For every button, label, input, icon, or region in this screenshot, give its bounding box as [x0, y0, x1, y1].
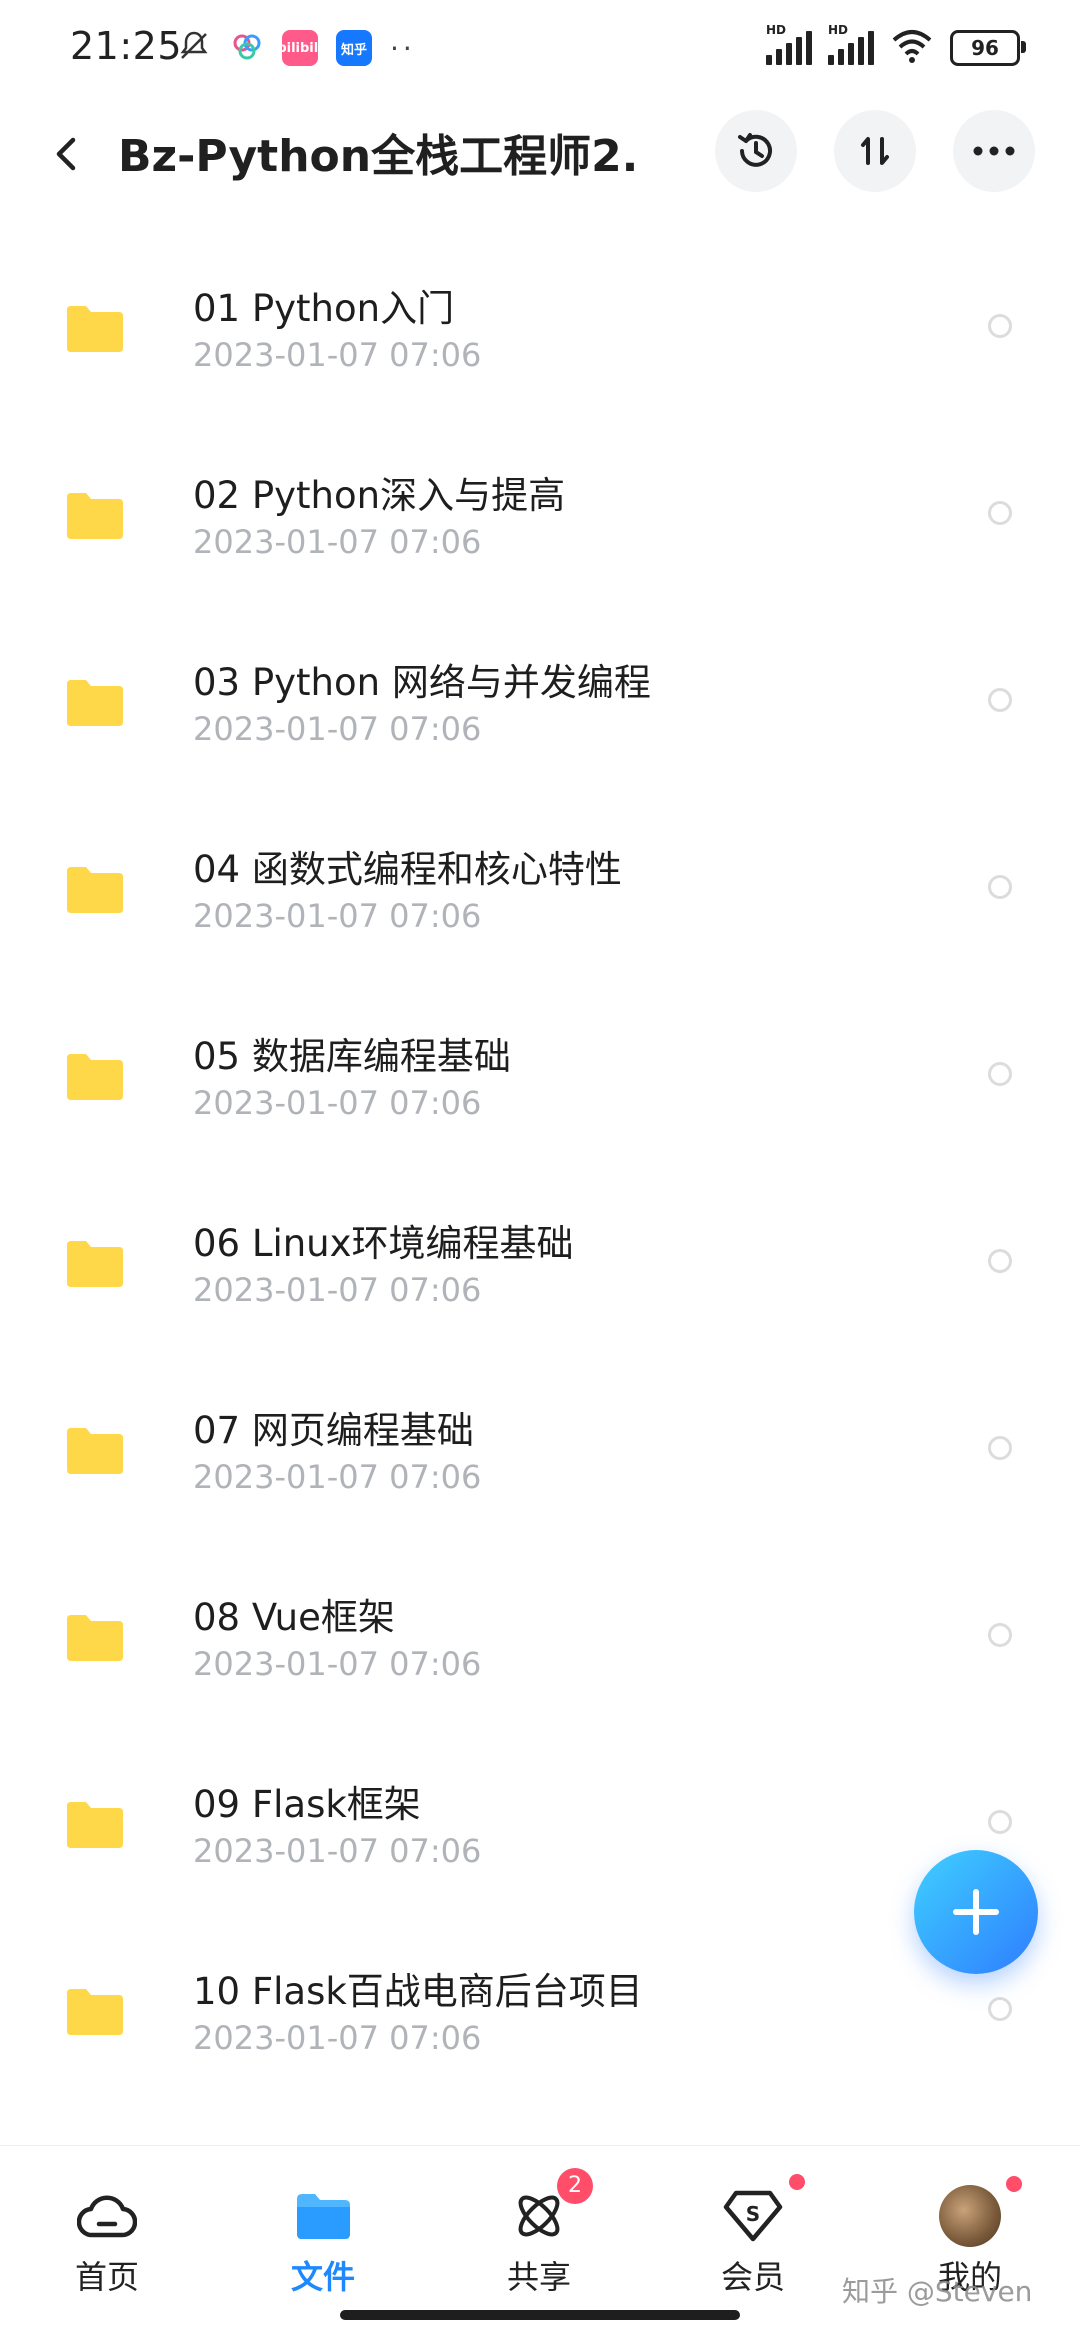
more-button[interactable]	[953, 110, 1035, 192]
cloud-app-icon	[230, 29, 264, 67]
folder-date: 2023-01-07 07:06	[193, 2019, 482, 2057]
select-checkbox[interactable]	[988, 1810, 1012, 1834]
folder-name: 06 Linux环境编程基础	[193, 1222, 574, 1265]
mine-red-dot	[1006, 2176, 1022, 2192]
sort-button[interactable]	[834, 110, 916, 192]
select-checkbox[interactable]	[988, 1623, 1012, 1647]
folder-name: 04 函数式编程和核心特性	[193, 848, 622, 891]
more-notifications-dots: ··	[390, 31, 416, 65]
folder-name: 10 Flask百战电商后台项目	[193, 1970, 643, 2013]
battery-icon: 96	[950, 30, 1026, 66]
folder-row[interactable]: 03 Python 网络与并发编程 2023-01-07 07:06	[0, 604, 1080, 791]
back-button[interactable]	[38, 126, 94, 182]
folder-name: 09 Flask框架	[193, 1783, 421, 1826]
select-checkbox[interactable]	[988, 1997, 1012, 2021]
nav-vip-label: 会员	[720, 2258, 785, 2296]
plus-icon	[953, 1889, 999, 1935]
select-checkbox[interactable]	[988, 688, 1012, 712]
folder-name: 05 数据库编程基础	[193, 1035, 511, 1078]
folder-name: 02 Python深入与提高	[193, 474, 566, 517]
folder-icon	[67, 493, 123, 539]
folder-date: 2023-01-07 07:06	[193, 1458, 482, 1496]
folder-date: 2023-01-07 07:06	[193, 1645, 482, 1683]
folder-date: 2023-01-07 07:06	[193, 336, 482, 374]
nav-home[interactable]: 首页	[42, 2184, 172, 2304]
atom-share-icon: 2	[507, 2168, 593, 2248]
cloud-home-icon	[75, 2184, 139, 2248]
folder-date: 2023-01-07 07:06	[193, 897, 482, 935]
folder-icon	[67, 1802, 123, 1848]
wifi-icon	[890, 28, 934, 68]
folder-date: 2023-01-07 07:06	[193, 523, 482, 561]
select-checkbox[interactable]	[988, 314, 1012, 338]
svg-text:S: S	[746, 2202, 760, 2226]
vip-diamond-icon: S	[721, 2174, 805, 2248]
folder-date: 2023-01-07 07:06	[193, 1832, 482, 1870]
folder-name: 03 Python 网络与并发编程	[193, 661, 651, 704]
nav-vip[interactable]: S 会员	[688, 2174, 818, 2304]
folder-icon	[67, 1054, 123, 1100]
folder-row[interactable]: 06 Linux环境编程基础 2023-01-07 07:06	[0, 1165, 1080, 1352]
select-checkbox[interactable]	[988, 1436, 1012, 1460]
nav-share-label: 共享	[506, 2258, 571, 2296]
folder-row[interactable]: 07 网页编程基础 2023-01-07 07:06	[0, 1352, 1080, 1539]
status-system-icons: HD HD 96	[766, 23, 1026, 68]
folder-row[interactable]: 02 Python深入与提高 2023-01-07 07:06	[0, 417, 1080, 604]
share-badge: 2	[557, 2168, 593, 2204]
folder-name: 01 Python入门	[193, 287, 455, 330]
sort-icon	[861, 137, 889, 165]
zhihu-icon: 知乎	[336, 30, 372, 66]
folder-row[interactable]: 05 数据库编程基础 2023-01-07 07:06	[0, 978, 1080, 1165]
back-arrow-icon	[56, 137, 76, 171]
bilibili-icon: bilibili	[277, 30, 323, 66]
folder-name: 08 Vue框架	[193, 1596, 395, 1639]
folder-row[interactable]: 10 Flask百战电商后台项目 2023-01-07 07:06	[0, 1913, 1080, 2100]
nav-files-label: 文件	[290, 2258, 355, 2296]
signal-icon-2: HD	[828, 23, 874, 65]
home-indicator[interactable]	[340, 2310, 740, 2320]
add-button[interactable]	[914, 1850, 1038, 1974]
page-title: Bz-Python全栈工程师2...	[118, 131, 638, 182]
folder-icon	[67, 1428, 123, 1474]
folder-icon	[67, 1989, 123, 2035]
history-button[interactable]	[715, 110, 797, 192]
signal-icon: HD	[766, 23, 812, 65]
folder-name: 07 网页编程基础	[193, 1409, 474, 1452]
select-checkbox[interactable]	[988, 501, 1012, 525]
select-checkbox[interactable]	[988, 1062, 1012, 1086]
folder-date: 2023-01-07 07:06	[193, 1084, 482, 1122]
folder-icon	[67, 1615, 123, 1661]
file-list: 01 Python入门 2023-01-07 07:06 02 Python深入…	[0, 230, 1080, 2100]
mute-icon	[176, 28, 212, 68]
folder-nav-icon	[291, 2184, 355, 2248]
folder-icon	[67, 1241, 123, 1287]
title-bar: Bz-Python全栈工程师2...	[0, 110, 1080, 198]
nav-home-label: 首页	[74, 2258, 139, 2296]
status-time: 21:25	[70, 24, 183, 68]
vip-red-dot	[789, 2174, 805, 2190]
nav-files[interactable]: 文件	[258, 2184, 388, 2304]
avatar	[938, 2176, 1022, 2248]
folder-icon	[67, 680, 123, 726]
watermark: 知乎 @Steven	[842, 2275, 1033, 2308]
select-checkbox[interactable]	[988, 875, 1012, 899]
status-notification-icons: bilibili 知乎 ··	[176, 28, 416, 68]
history-icon	[738, 133, 772, 167]
folder-row[interactable]: 04 函数式编程和核心特性 2023-01-07 07:06	[0, 791, 1080, 978]
folder-date: 2023-01-07 07:06	[193, 1271, 482, 1309]
folder-row[interactable]: 01 Python入门 2023-01-07 07:06	[0, 230, 1080, 417]
select-checkbox[interactable]	[988, 1249, 1012, 1273]
avatar-image	[939, 2185, 1001, 2247]
screen: 21:25 bilibili 知乎 ·· HD HD 96 Bz-Python全…	[0, 0, 1080, 2340]
status-bar: 21:25 bilibili 知乎 ·· HD HD 96	[0, 0, 1080, 96]
folder-icon	[67, 306, 123, 352]
folder-row[interactable]: 09 Flask框架 2023-01-07 07:06	[0, 1726, 1080, 1913]
folder-icon	[67, 867, 123, 913]
more-icon	[973, 146, 1015, 156]
nav-share[interactable]: 2 共享	[474, 2168, 604, 2304]
folder-row[interactable]: 08 Vue框架 2023-01-07 07:06	[0, 1539, 1080, 1726]
folder-date: 2023-01-07 07:06	[193, 710, 482, 748]
